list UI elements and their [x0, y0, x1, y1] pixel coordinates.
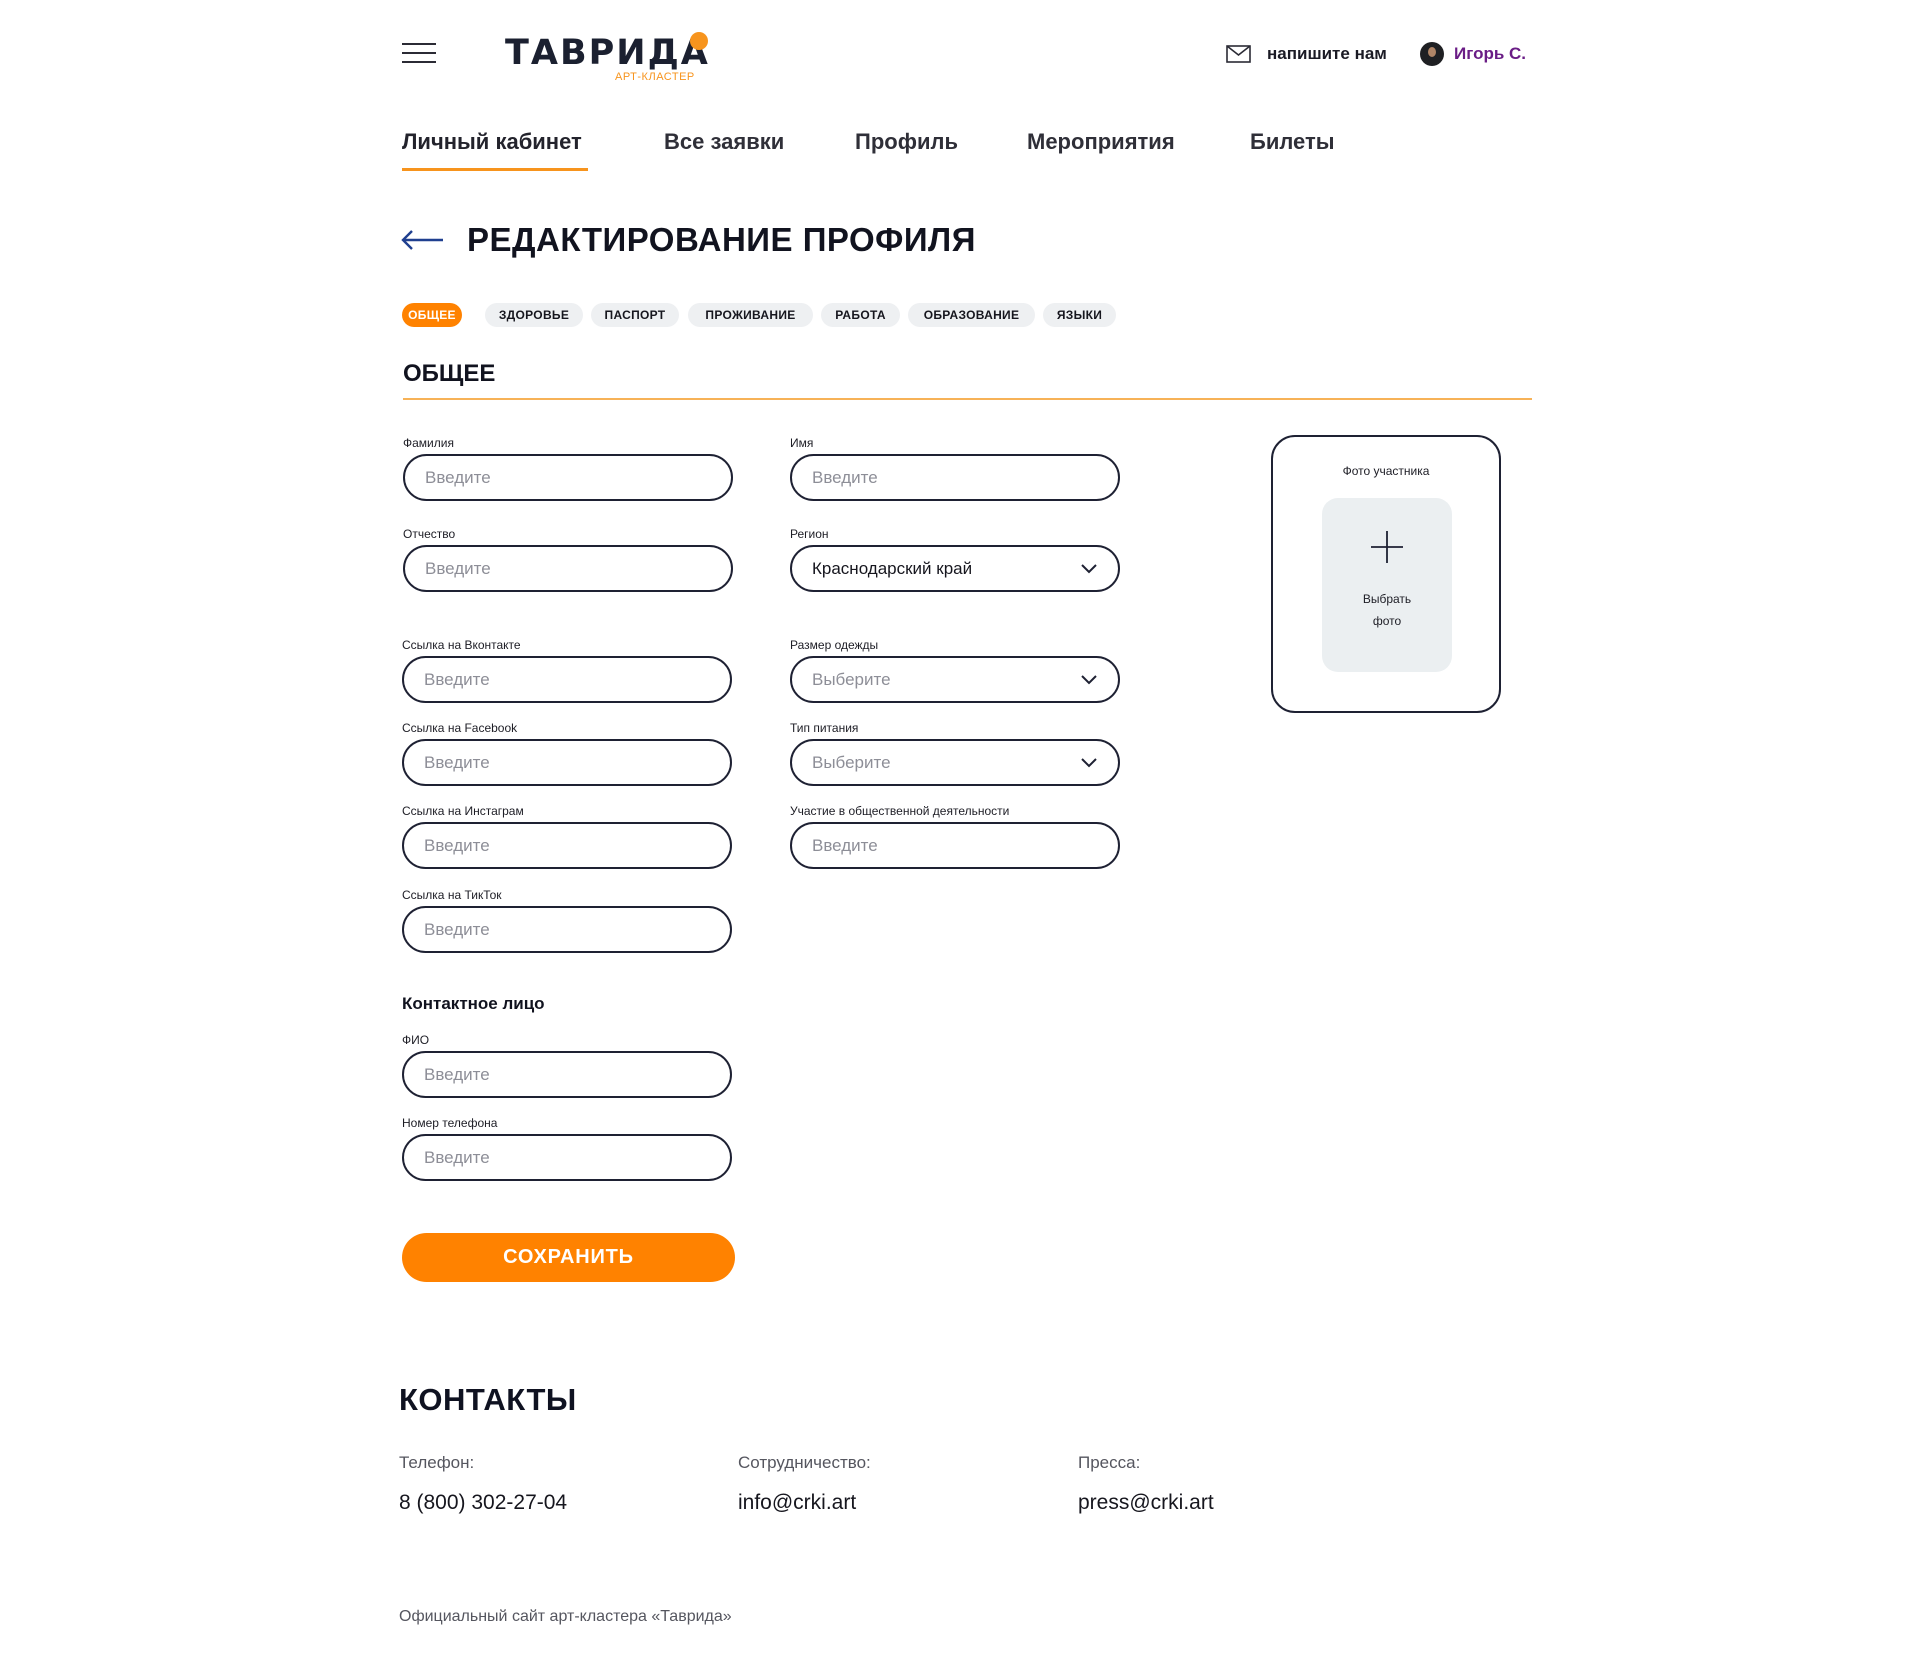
section-tab-health[interactable]: ЗДОРОВЬЕ	[485, 303, 583, 327]
menu-icon[interactable]	[402, 42, 436, 64]
public-activity-placeholder: Введите	[812, 835, 878, 855]
patronymic-input[interactable]: Введите	[403, 545, 733, 592]
tab-profile[interactable]: Профиль	[855, 128, 958, 156]
tiktok-label: Ссылка на ТикТок	[402, 888, 502, 902]
contact-person-title: Контактное лицо	[402, 994, 545, 1013]
vk-input[interactable]: Введите	[402, 656, 732, 703]
public-activity-label: Участие в общественной деятельности	[790, 804, 1010, 818]
chevron-down-icon	[1081, 674, 1097, 684]
region-label: Регион	[790, 527, 829, 541]
site-header: ТАВРИДА АРТ-КЛАСТЕР напишите нам Игорь С…	[0, 0, 1918, 110]
write-us-link[interactable]: напишите нам	[1226, 42, 1387, 66]
section-tab-general[interactable]: ОБЩЕЕ	[402, 303, 462, 327]
contact-press-block: Пресса: press@crki.art	[1078, 1452, 1214, 1516]
section-tab-accommodation[interactable]: ПРОЖИВАНИЕ	[688, 303, 813, 327]
clothing-size-placeholder: Выберите	[812, 669, 891, 689]
section-tab-education[interactable]: ОБРАЗОВАНИЕ	[908, 303, 1035, 327]
contacts-title: КОНТАКТЫ	[399, 1382, 577, 1417]
contact-press-link[interactable]: press@crki.art	[1078, 1490, 1214, 1516]
tab-tickets[interactable]: Билеты	[1250, 128, 1335, 156]
patronymic-placeholder: Введите	[425, 558, 491, 578]
section-tab-passport[interactable]: ПАСПОРТ	[591, 303, 679, 327]
footer-note: Официальный сайт арт-кластера «Таврида»	[399, 1608, 732, 1625]
facebook-label: Ссылка на Facebook	[402, 721, 518, 735]
chevron-down-icon	[1081, 563, 1097, 573]
page-title: РЕДАКТИРОВАНИЕ ПРОФИЛЯ	[467, 221, 976, 258]
region-select[interactable]: Краснодарский край	[790, 545, 1120, 592]
photo-card: Фото участника Выбрать фото	[1271, 435, 1501, 713]
photo-upload-label-line1: Выбрать	[1362, 592, 1412, 606]
contact-coop-caption: Сотрудничество:	[738, 1453, 871, 1472]
contact-phone-caption: Телефон:	[399, 1453, 475, 1472]
photo-title: Фото участника	[1342, 464, 1430, 478]
contact-fullname-input[interactable]: Введите	[402, 1051, 732, 1098]
surname-input[interactable]: Введите	[403, 454, 733, 501]
first-name-input[interactable]: Введите	[790, 454, 1120, 501]
contact-fullname-placeholder: Введите	[424, 1064, 490, 1084]
facebook-placeholder: Введите	[424, 752, 490, 772]
clothing-size-select[interactable]: Выберите	[790, 656, 1120, 703]
logo[interactable]: ТАВРИДА АРТ-КЛАСТЕР	[505, 30, 715, 90]
region-value: Краснодарский край	[812, 558, 973, 578]
surname-label: Фамилия	[403, 436, 454, 450]
instagram-label: Ссылка на Инстаграм	[402, 804, 524, 818]
write-us-label: напишите нам	[1267, 44, 1387, 63]
tab-dashboard[interactable]: Личный кабинет	[402, 128, 582, 156]
contact-phone-link[interactable]: 8 (800) 302-27-04	[399, 1490, 567, 1516]
contact-coop-link[interactable]: info@crki.art	[738, 1490, 871, 1516]
contact-phone-input[interactable]: Введите	[402, 1134, 732, 1181]
clothing-size-label: Размер одежды	[790, 638, 879, 652]
logo-dot	[690, 32, 708, 50]
food-type-label: Тип питания	[790, 721, 859, 735]
tab-all-applications[interactable]: Все заявки	[664, 128, 784, 156]
photo-upload-button[interactable]: Выбрать фото	[1322, 498, 1452, 672]
public-activity-input[interactable]: Введите	[790, 822, 1120, 869]
contact-press-caption: Пресса:	[1078, 1453, 1141, 1472]
first-name-placeholder: Введите	[812, 467, 878, 487]
vk-placeholder: Введите	[424, 669, 490, 689]
save-button[interactable]: СОХРАНИТЬ	[402, 1233, 735, 1282]
user-menu[interactable]: Игорь С.	[1420, 40, 1526, 68]
surname-placeholder: Введите	[425, 467, 491, 487]
vk-label: Ссылка на Вконтакте	[402, 638, 521, 652]
instagram-input[interactable]: Введите	[402, 822, 732, 869]
photo-upload-label-line2: фото	[1372, 614, 1402, 628]
chevron-down-icon	[1081, 757, 1097, 767]
section-divider	[403, 398, 1532, 400]
photo-upload-label: Выбрать фото	[1322, 588, 1452, 632]
plus-icon	[1371, 531, 1403, 563]
instagram-placeholder: Введите	[424, 835, 490, 855]
section-tab-languages[interactable]: ЯЗЫКИ	[1043, 303, 1116, 327]
contact-fullname-label: ФИО	[402, 1033, 430, 1047]
contact-phone-block: Телефон: 8 (800) 302-27-04	[399, 1452, 567, 1516]
patronymic-label: Отчество	[403, 527, 456, 541]
tab-events[interactable]: Мероприятия	[1027, 128, 1175, 156]
section-tab-work[interactable]: РАБОТА	[821, 303, 900, 327]
tiktok-placeholder: Введите	[424, 919, 490, 939]
active-tab-indicator	[402, 168, 588, 171]
logo-sub-text: АРТ-КЛАСТЕР	[615, 71, 695, 83]
tiktok-input[interactable]: Введите	[402, 906, 732, 953]
facebook-input[interactable]: Введите	[402, 739, 732, 786]
user-name: Игорь С.	[1454, 44, 1527, 63]
section-title: ОБЩЕЕ	[403, 360, 496, 387]
contact-phone-placeholder: Введите	[424, 1147, 490, 1167]
first-name-label: Имя	[790, 436, 814, 450]
food-type-select[interactable]: Выберите	[790, 739, 1120, 786]
avatar	[1420, 42, 1444, 66]
contact-coop-block: Сотрудничество: info@crki.art	[738, 1452, 871, 1516]
contact-phone-label: Номер телефона	[402, 1116, 498, 1130]
food-type-placeholder: Выберите	[812, 752, 891, 772]
mail-icon	[1226, 45, 1251, 63]
back-arrow-icon[interactable]	[400, 228, 444, 252]
